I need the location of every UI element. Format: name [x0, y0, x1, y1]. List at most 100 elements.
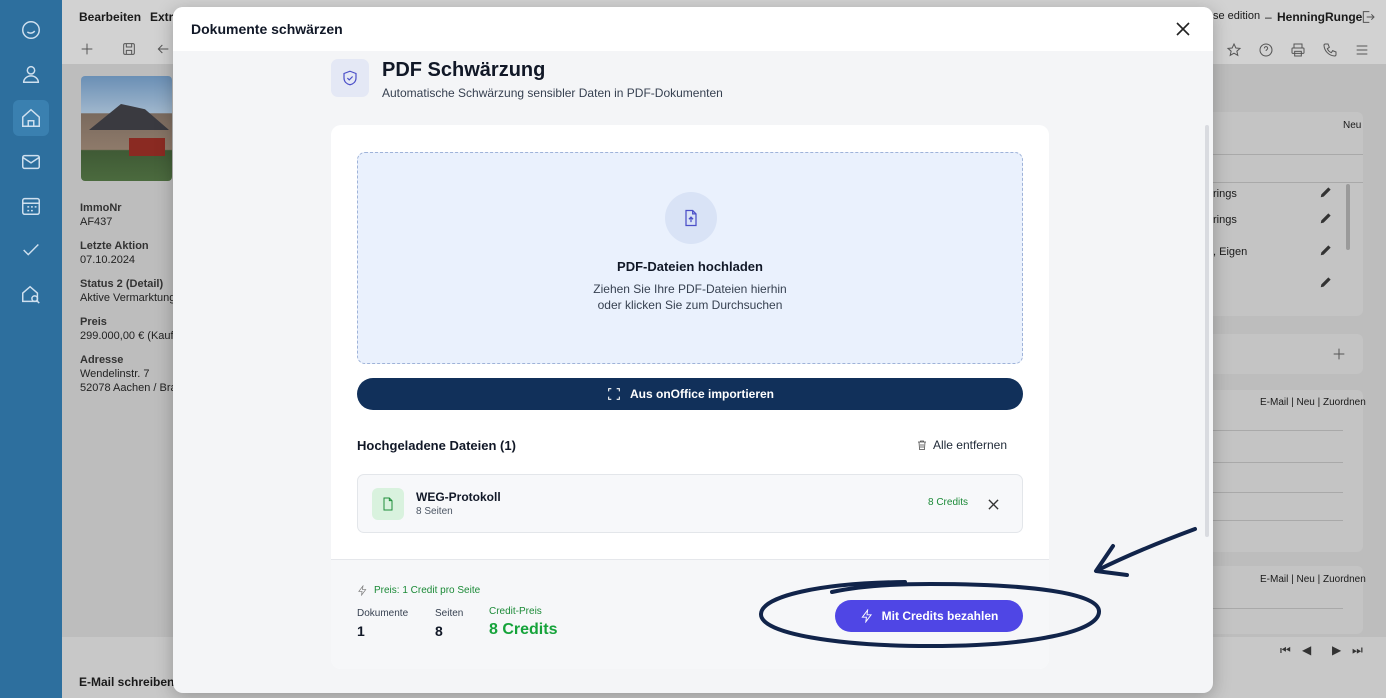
- remove-all-button[interactable]: Alle entfernen: [916, 438, 1007, 452]
- price-label: Preis: [80, 316, 107, 328]
- house-search-icon[interactable]: [17, 280, 45, 308]
- logo-icon[interactable]: [17, 16, 45, 44]
- file-pages: 8 Seiten: [416, 506, 453, 517]
- lightning-icon: [358, 585, 367, 596]
- scan-frame-icon: [608, 388, 620, 400]
- modal-scrollbar[interactable]: [1205, 125, 1209, 537]
- address-block: Adresse Wendelinstr. 7 52078 Aachen / Br…: [80, 353, 177, 395]
- address-line2: 52078 Aachen / Bra: [80, 382, 177, 394]
- neu-link[interactable]: Neu: [1343, 120, 1361, 131]
- last-page-icon[interactable]: ⏭: [1352, 643, 1363, 658]
- import-from-onoffice-button[interactable]: Aus onOffice importieren: [357, 378, 1023, 410]
- user-icon[interactable]: [17, 60, 45, 88]
- divider: [1213, 462, 1343, 463]
- next-page-icon[interactable]: ▶: [1332, 643, 1341, 657]
- documents-label: Dokumente: [357, 608, 409, 619]
- check-icon[interactable]: [17, 236, 45, 264]
- help-icon[interactable]: [1258, 42, 1274, 63]
- dropzone-title: PDF-Dateien hochladen: [617, 259, 763, 274]
- add-icon[interactable]: [79, 41, 95, 62]
- right-row-2: rings: [1213, 214, 1237, 226]
- file-row: WEG-Protokoll 8 Seiten 8 Credits: [357, 474, 1023, 533]
- plus-icon[interactable]: [1331, 346, 1347, 367]
- uploaded-files-heading: Hochgeladene Dateien (1): [357, 438, 516, 453]
- divider: [1213, 430, 1343, 431]
- modal-title: Dokumente schwärzen: [191, 21, 343, 37]
- pay-button-label: Mit Credits bezahlen: [881, 609, 999, 623]
- price-info-text: Preis: 1 Credit pro Seite: [374, 585, 481, 596]
- panel-scrollbar[interactable]: [1346, 184, 1350, 250]
- pdf-file-icon: [372, 488, 404, 520]
- dropzone-hint-2: oder klicken Sie zum Durchsuchen: [597, 298, 783, 312]
- star-icon[interactable]: [1226, 42, 1242, 63]
- edit-icon[interactable]: [1319, 211, 1333, 230]
- status-label: Status 2 (Detail): [80, 278, 164, 290]
- menu-bearbeiten[interactable]: Bearbeiten: [79, 10, 141, 24]
- back-icon[interactable]: [155, 41, 171, 62]
- divider: [1213, 608, 1343, 609]
- price-info: Preis: 1 Credit pro Seite: [357, 585, 480, 596]
- credit-price-value: 8 Credits: [489, 621, 558, 638]
- prev-page-icon[interactable]: ◀: [1302, 643, 1311, 657]
- address-label: Adresse: [80, 354, 124, 366]
- address-line1: Wendelinstr. 7: [80, 368, 150, 380]
- phone-icon[interactable]: [1322, 42, 1338, 63]
- last-action-block: Letzte Aktion 07.10.2024: [80, 239, 149, 267]
- hero-subtitle: Automatische Schwärzung sensibler Daten …: [382, 86, 723, 100]
- edition-label: se edition: [1213, 10, 1261, 22]
- documents-value: 1: [357, 623, 365, 639]
- file-name: WEG-Protokoll: [416, 490, 501, 504]
- menu-icon[interactable]: [1354, 42, 1370, 63]
- property-photo[interactable]: [81, 76, 172, 181]
- payment-footer: Preis: 1 Credit pro Seite Dokumente 1 Se…: [331, 559, 1049, 669]
- remove-file-icon[interactable]: [984, 495, 1002, 513]
- pdf-dropzone[interactable]: PDF-Dateien hochladen Ziehen Sie Ihre PD…: [357, 152, 1023, 364]
- logout-icon[interactable]: [1360, 9, 1376, 30]
- edit-icon[interactable]: [1319, 185, 1333, 204]
- divider: [1213, 492, 1343, 493]
- modal-header: Dokumente schwärzen: [173, 7, 1213, 51]
- pages-value: 8: [435, 623, 443, 639]
- calendar-icon[interactable]: [17, 192, 45, 220]
- import-button-label: Aus onOffice importieren: [629, 387, 775, 401]
- divider: [1213, 154, 1363, 155]
- last-action-label: Letzte Aktion: [80, 240, 149, 252]
- home-icon[interactable]: [13, 100, 49, 136]
- credit-price-label: Credit-Preis: [489, 606, 542, 617]
- edit-icon[interactable]: [1319, 243, 1333, 262]
- price-value: 299.000,00 € (Kauf: [80, 330, 174, 342]
- last-action-value: 07.10.2024: [80, 254, 136, 266]
- app-sidebar: [0, 0, 62, 698]
- username[interactable]: HenningRunge: [1277, 10, 1362, 24]
- price-block: Preis 299.000,00 € (Kauf: [80, 315, 174, 343]
- divider: [1213, 520, 1343, 521]
- status-value: Aktive Vermarktung: [80, 292, 176, 304]
- shield-check-icon: [331, 59, 369, 97]
- print-icon[interactable]: [1290, 42, 1306, 63]
- save-icon[interactable]: [121, 41, 137, 62]
- right-panel-emails-1: [1205, 390, 1363, 552]
- mail-icon[interactable]: [17, 148, 45, 176]
- pages-label: Seiten: [435, 608, 464, 619]
- divider: [1213, 182, 1363, 183]
- email-links-1[interactable]: E-Mail | Neu | Zuordnen: [1260, 397, 1366, 408]
- lightning-icon: [861, 609, 872, 623]
- separator: –: [1265, 10, 1272, 24]
- remove-all-label: Alle entfernen: [932, 438, 1007, 452]
- right-row-1: rings: [1213, 188, 1237, 200]
- edit-icon[interactable]: [1319, 275, 1333, 294]
- write-email-button[interactable]: E-Mail schreiben: [79, 675, 174, 689]
- file-credits: 8 Credits: [927, 497, 968, 508]
- hero-title: PDF Schwärzung: [382, 59, 546, 81]
- upload-card: PDF-Dateien hochladen Ziehen Sie Ihre PD…: [331, 125, 1049, 669]
- trash-icon: [917, 440, 926, 450]
- status-block: Status 2 (Detail) Aktive Vermarktung: [80, 277, 175, 305]
- immo-nr-label: ImmoNr: [80, 202, 122, 214]
- file-upload-icon: [665, 192, 717, 244]
- first-page-icon[interactable]: ⏮: [1280, 643, 1291, 658]
- right-row-3: , Eigen: [1213, 246, 1248, 258]
- email-links-2[interactable]: E-Mail | Neu | Zuordnen: [1260, 574, 1366, 585]
- redact-documents-modal: Dokumente schwärzen PDF Schwärzung Autom…: [173, 7, 1213, 693]
- close-icon[interactable]: [1173, 19, 1193, 39]
- pay-with-credits-button[interactable]: Mit Credits bezahlen: [835, 600, 1023, 632]
